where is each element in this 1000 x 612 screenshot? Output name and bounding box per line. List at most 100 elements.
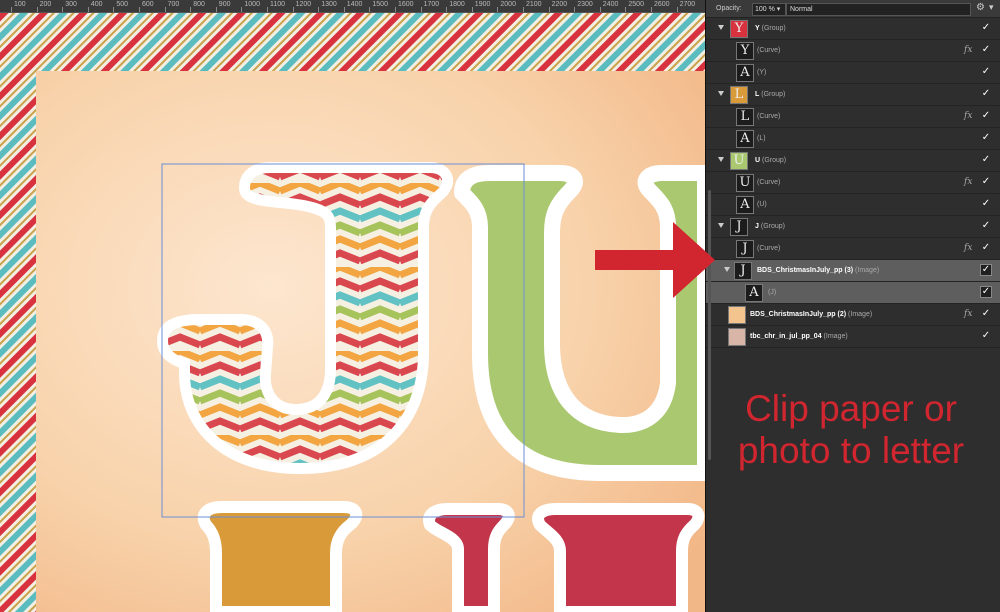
visibility-checkbox[interactable]: ✓ bbox=[980, 110, 992, 122]
fx-icon[interactable]: fx bbox=[964, 309, 972, 319]
layer-name: (U) bbox=[757, 201, 767, 208]
layer-thumbnail: A bbox=[736, 196, 754, 214]
fx-icon[interactable]: fx bbox=[964, 111, 972, 121]
layer-name: BDS_ChristmasInJuly_pp (3) (Image) bbox=[757, 267, 879, 274]
expand-triangle-icon[interactable] bbox=[718, 25, 724, 30]
ruler-tick-label: 1700 bbox=[423, 1, 440, 8]
layer-type: (Y) bbox=[757, 69, 767, 76]
layer-thumbnail: L bbox=[730, 86, 748, 104]
layer-name: (J) bbox=[768, 289, 776, 296]
visibility-checkbox[interactable]: ✓ bbox=[980, 286, 992, 298]
visibility-checkbox[interactable]: ✓ bbox=[980, 22, 992, 34]
fx-icon[interactable]: fx bbox=[964, 177, 972, 187]
layer-row[interactable]: JJ (Group) ✓ bbox=[706, 216, 1000, 238]
visibility-checkbox[interactable]: ✓ bbox=[980, 132, 992, 144]
ruler-tick-mark bbox=[36, 7, 38, 12]
ruler-tick-label: 2000 bbox=[500, 1, 516, 8]
opacity-label: Opacity: bbox=[716, 5, 742, 12]
ruler-tick-label: 300 bbox=[65, 1, 77, 8]
ruler-tick-mark bbox=[625, 7, 627, 12]
layer-type: (L) bbox=[757, 135, 766, 142]
layer-row[interactable]: A (J) ✓ bbox=[706, 282, 1000, 304]
layer-type: (Curve) bbox=[757, 179, 781, 186]
ruler-tick-mark bbox=[446, 7, 448, 12]
expand-triangle-icon[interactable] bbox=[718, 157, 724, 162]
visibility-checkbox[interactable]: ✓ bbox=[980, 242, 992, 254]
visibility-checkbox[interactable]: ✓ bbox=[980, 176, 992, 188]
ruler-tick-mark bbox=[190, 7, 192, 12]
gear-icon[interactable]: ⚙ bbox=[976, 2, 985, 13]
arrow-pointer-icon bbox=[595, 222, 715, 298]
ruler-tick-label: 2400 bbox=[602, 1, 619, 8]
layer-row[interactable]: A (Y) ✓ bbox=[706, 62, 1000, 84]
ruler-tick-mark bbox=[11, 7, 12, 12]
layer-thumbnail: J bbox=[734, 262, 752, 280]
layer-name: Y (Group) bbox=[755, 25, 786, 32]
layer-row[interactable]: A (U) ✓ bbox=[706, 194, 1000, 216]
opacity-field[interactable]: 100 % ▾ bbox=[752, 3, 786, 16]
visibility-checkbox[interactable]: ✓ bbox=[980, 220, 992, 232]
visibility-checkbox[interactable]: ✓ bbox=[980, 44, 992, 56]
letter-l-orange[interactable] bbox=[197, 501, 363, 612]
ruler-tick-mark bbox=[164, 7, 166, 12]
layer-type: (Group) bbox=[761, 91, 786, 98]
layer-name: BDS_ChristmasInJuly_pp (2) (Image) bbox=[750, 311, 872, 318]
visibility-checkbox[interactable]: ✓ bbox=[980, 330, 992, 342]
layer-type: (Image) bbox=[848, 311, 873, 318]
layer-title: BDS_ChristmasInJuly_pp (3) bbox=[757, 267, 854, 274]
ruler-tick-label: 700 bbox=[167, 1, 180, 8]
layer-thumbnail bbox=[728, 306, 746, 324]
layer-thumbnail: L bbox=[736, 108, 754, 126]
ruler-tick-label: 200 bbox=[39, 1, 52, 8]
layer-list: YY (Group) ✓ Y (Curve) fx ✓ A (Y) ✓ L L (Group) ✓ L(… bbox=[706, 18, 1000, 348]
ruler-tick-mark bbox=[651, 7, 652, 12]
visibility-checkbox[interactable]: ✓ bbox=[980, 198, 992, 210]
ruler-tick-label: 2100 bbox=[526, 1, 542, 8]
ruler-tick-mark bbox=[497, 7, 499, 12]
visibility-checkbox[interactable]: ✓ bbox=[980, 308, 992, 320]
document-canvas[interactable] bbox=[0, 13, 705, 612]
visibility-checkbox[interactable]: ✓ bbox=[980, 66, 992, 78]
fx-icon[interactable]: fx bbox=[964, 45, 972, 55]
layer-row[interactable]: Y (Curve) fx ✓ bbox=[706, 40, 1000, 62]
layer-row[interactable]: J BDS_ChristmasInJuly_pp (3) (Image) ✓ bbox=[706, 260, 1000, 282]
ruler-tick-mark bbox=[113, 7, 115, 12]
ruler-tick-label: 1000 bbox=[244, 1, 260, 8]
ruler-tick-label: 1800 bbox=[449, 1, 465, 8]
instruction-caption: Clip paper or photo to letter bbox=[720, 388, 982, 472]
visibility-checkbox[interactable]: ✓ bbox=[980, 154, 992, 166]
letter-u-red[interactable] bbox=[423, 503, 705, 612]
ruler-tick-mark bbox=[574, 7, 576, 12]
ruler-tick-mark bbox=[87, 7, 89, 12]
layer-title: Y bbox=[755, 25, 760, 32]
layer-row[interactable]: BDS_ChristmasInJuly_pp (2) (Image) fx ✓ bbox=[706, 304, 1000, 326]
ruler-tick-mark bbox=[343, 7, 345, 12]
horizontal-ruler: 100 200 300 400 500 600 700 800 900 1000 1100 1200 1… bbox=[0, 0, 705, 13]
expand-triangle-icon[interactable] bbox=[718, 91, 724, 96]
ruler-tick-label: 1900 bbox=[474, 1, 491, 8]
ruler-tick-mark bbox=[369, 7, 371, 12]
ruler-tick-mark bbox=[62, 7, 64, 12]
layer-row[interactable]: UU (Group) ✓ bbox=[706, 150, 1000, 172]
layer-row[interactable]: tbc_chr_in_jul_pp_04 (Image) ✓ bbox=[706, 326, 1000, 348]
layer-name: U (Group) bbox=[755, 157, 786, 164]
fx-icon[interactable]: fx bbox=[964, 243, 972, 253]
layer-name: (Y) bbox=[757, 69, 766, 76]
layer-row[interactable]: A (L) ✓ bbox=[706, 128, 1000, 150]
layer-row[interactable]: LL (Group) ✓ bbox=[706, 84, 1000, 106]
blend-mode-select[interactable]: Normal bbox=[786, 3, 971, 16]
layer-row[interactable]: J (Curve) fx ✓ bbox=[706, 238, 1000, 260]
visibility-checkbox[interactable]: ✓ bbox=[980, 88, 992, 100]
expand-triangle-icon[interactable] bbox=[718, 223, 724, 228]
ruler-tick-mark bbox=[420, 7, 422, 12]
ruler-tick-label: 1600 bbox=[398, 1, 414, 8]
layer-row[interactable]: U (Curve) fx ✓ bbox=[706, 172, 1000, 194]
visibility-checkbox[interactable]: ✓ bbox=[980, 264, 992, 276]
chevron-down-icon[interactable]: ▾ bbox=[989, 2, 994, 13]
layer-row[interactable]: L (Curve) fx ✓ bbox=[706, 106, 1000, 128]
expand-triangle-icon[interactable] bbox=[724, 267, 730, 272]
layer-title: L bbox=[755, 91, 760, 98]
ruler-tick-label: 800 bbox=[193, 1, 205, 8]
layer-row[interactable]: YY (Group) ✓ bbox=[706, 18, 1000, 40]
layer-title: BDS_ChristmasInJuly_pp (2) bbox=[750, 311, 847, 318]
